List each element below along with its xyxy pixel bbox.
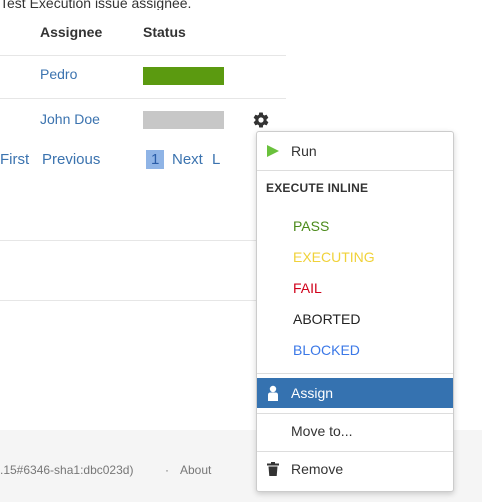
status-bar: [143, 111, 224, 129]
menu-item-status-aborted[interactable]: ABORTED: [257, 304, 453, 334]
gear-icon[interactable]: [252, 111, 270, 129]
menu-item-remove[interactable]: Remove: [257, 454, 453, 484]
trash-icon: [267, 462, 279, 476]
assignee-link[interactable]: Pedro: [40, 66, 77, 82]
menu-item-assign[interactable]: Assign: [257, 378, 453, 408]
pager-next[interactable]: Next: [172, 151, 203, 168]
column-header-status: Status: [143, 24, 186, 40]
menu-item-label: Move to...: [291, 423, 353, 439]
row-divider: [0, 98, 286, 99]
menu-item-move-to[interactable]: Move to...: [257, 416, 453, 446]
menu-item-label: BLOCKED: [293, 342, 360, 358]
pager-previous[interactable]: Previous: [42, 151, 100, 168]
footer-separator: ·: [165, 463, 169, 477]
play-icon: [267, 145, 279, 157]
menu-item-label: EXECUTING: [293, 249, 375, 265]
assignee-link[interactable]: John Doe: [40, 111, 100, 127]
section-divider: [0, 240, 270, 241]
menu-separator: [257, 170, 453, 171]
pager-first[interactable]: First: [0, 151, 29, 168]
menu-item-run[interactable]: Run: [257, 136, 453, 166]
menu-item-label: ABORTED: [293, 311, 361, 327]
menu-item-label: PASS: [293, 218, 330, 234]
footer-version: .15#6346-sha1:dbc023d): [0, 463, 134, 477]
status-bar: [143, 67, 224, 85]
footer-about-link[interactable]: About: [180, 463, 211, 477]
menu-item-label: Assign: [291, 385, 334, 401]
column-header-assignee: Assignee: [40, 24, 103, 40]
header-divider: [0, 55, 286, 56]
actions-dropdown-menu: Run EXECUTE INLINE PASS EXECUTING FAIL A…: [256, 131, 454, 492]
menu-item-label: Remove: [291, 461, 344, 477]
menu-item-status-blocked[interactable]: BLOCKED: [257, 335, 453, 365]
section-divider: [0, 300, 270, 301]
menu-separator: [257, 451, 453, 452]
menu-item-label: FAIL: [293, 280, 322, 296]
page-caption: Test Execution issue assignee.: [0, 0, 192, 10]
pager-current[interactable]: 1: [146, 150, 165, 169]
menu-separator: [257, 413, 453, 414]
menu-header-execute-inline: EXECUTE INLINE: [266, 181, 369, 195]
menu-item-status-pass[interactable]: PASS: [257, 211, 453, 241]
user-icon: [268, 385, 278, 401]
menu-separator: [257, 373, 453, 374]
menu-item-label: Run: [291, 143, 317, 159]
pager-last[interactable]: L: [212, 151, 220, 168]
menu-item-status-executing[interactable]: EXECUTING: [257, 242, 453, 272]
menu-item-status-fail[interactable]: FAIL: [257, 273, 453, 303]
